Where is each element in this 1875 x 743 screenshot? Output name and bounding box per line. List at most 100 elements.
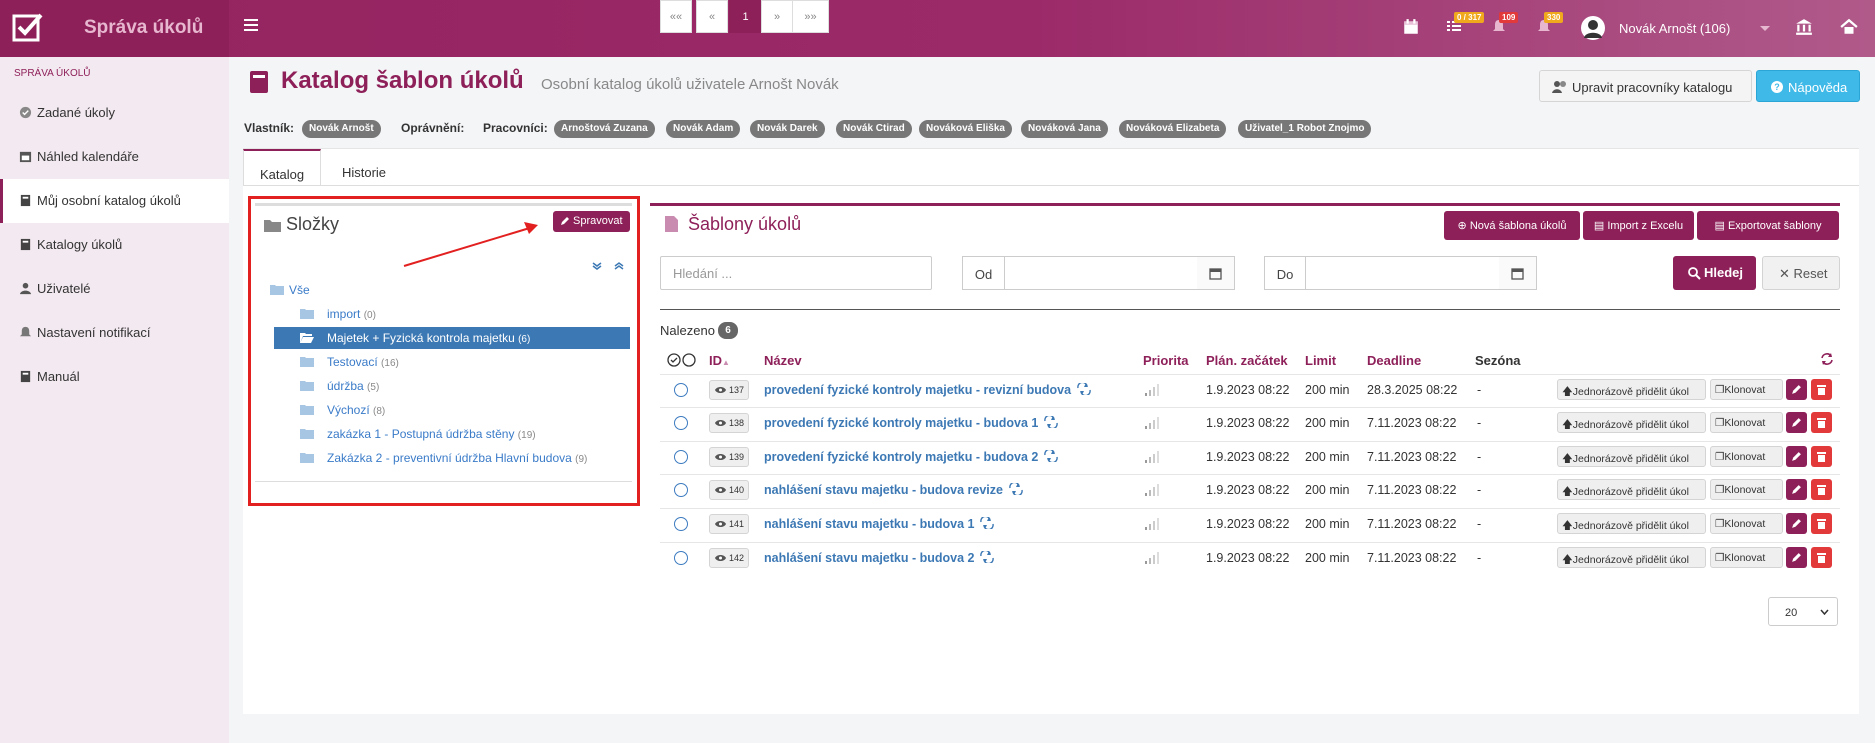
assign-once-button[interactable]: 🡅Jednorázově přidělit úkol xyxy=(1557,446,1706,467)
export-templates-button[interactable]: ▤ Exportovat šablony xyxy=(1697,211,1839,240)
pagination-first[interactable]: «« xyxy=(660,0,692,33)
sidebar-item-personal-catalog[interactable]: Můj osobní katalog úkolů xyxy=(0,179,229,223)
delete-template-button[interactable] xyxy=(1811,513,1832,534)
row-select-radio[interactable] xyxy=(674,416,688,430)
deadline-cell: 7.11.2023 08:22 xyxy=(1367,551,1457,565)
tab-history[interactable]: Historie xyxy=(325,149,403,186)
menu-toggle-icon[interactable] xyxy=(244,19,258,33)
calendar-icon[interactable] xyxy=(1402,18,1420,36)
alerts-notification[interactable]: 109 xyxy=(1491,12,1519,36)
assign-once-button[interactable]: 🡅Jednorázově přidělit úkol xyxy=(1557,379,1706,400)
template-name-link[interactable]: provedení fyzické kontroly majetku - bud… xyxy=(764,416,1038,430)
delete-template-button[interactable] xyxy=(1811,479,1832,500)
delete-template-button[interactable] xyxy=(1811,412,1832,433)
edit-catalog-workers-button[interactable]: Upravit pracovníky katalogu xyxy=(1539,70,1752,102)
sidebar-item-assigned-tasks[interactable]: Zadané úkoly xyxy=(0,91,229,135)
pagination-next[interactable]: » xyxy=(761,0,793,33)
edit-template-button[interactable] xyxy=(1786,446,1807,467)
column-header-plan-start[interactable]: Plán. začátek xyxy=(1206,353,1288,368)
row-select-radio[interactable] xyxy=(674,383,688,397)
user-avatar-icon xyxy=(1584,20,1602,38)
view-template-button[interactable]: 140 xyxy=(709,480,749,500)
column-header-name[interactable]: Název xyxy=(764,353,802,368)
column-header-priority[interactable]: Priorita xyxy=(1143,353,1189,368)
edit-template-button[interactable] xyxy=(1786,479,1807,500)
edit-template-button[interactable] xyxy=(1786,412,1807,433)
delete-template-button[interactable] xyxy=(1811,379,1832,400)
plan-start-cell: 1.9.2023 08:22 xyxy=(1206,551,1290,565)
help-button[interactable]: ? Nápověda xyxy=(1756,70,1860,102)
upload-icon: 🡅 xyxy=(1562,419,1573,431)
tab-catalog[interactable]: Katalog xyxy=(243,149,321,186)
chevron-down-icon[interactable] xyxy=(1760,26,1770,31)
notifications-notification[interactable]: 330 xyxy=(1536,12,1564,36)
assign-once-button[interactable]: 🡅Jednorázově přidělit úkol xyxy=(1557,513,1706,534)
per-page-select[interactable]: 20 xyxy=(1768,597,1838,626)
sidebar-item-manual[interactable]: Manuál xyxy=(0,355,229,399)
tasks-notification[interactable]: 0 / 317 xyxy=(1446,12,1485,36)
delete-template-button[interactable] xyxy=(1811,547,1832,568)
reset-button[interactable]: ✕ Reset xyxy=(1762,256,1840,290)
limit-cell: 200 min xyxy=(1305,383,1350,397)
assign-once-button[interactable]: 🡅Jednorázově přidělit úkol xyxy=(1557,479,1706,500)
template-name-link[interactable]: nahlášení stavu majetku - budova 1 xyxy=(764,517,974,531)
edit-template-button[interactable] xyxy=(1786,513,1807,534)
limit-cell: 200 min xyxy=(1305,416,1350,430)
assign-once-button[interactable]: 🡅Jednorázově přidělit úkol xyxy=(1557,547,1706,568)
column-header-season[interactable]: Sezóna xyxy=(1475,353,1521,368)
view-template-button[interactable]: 142 xyxy=(709,548,749,568)
tab-divider xyxy=(243,185,1859,186)
template-name-link[interactable]: provedení fyzické kontroly majetku - rev… xyxy=(764,383,1071,397)
date-to-input[interactable] xyxy=(1306,256,1500,290)
row-select-radio[interactable] xyxy=(674,517,688,531)
template-name-link[interactable]: nahlášení stavu majetku - budova revize xyxy=(764,483,1003,497)
row-select-radio[interactable] xyxy=(674,483,688,497)
home-icon[interactable] xyxy=(1840,18,1858,36)
date-to-picker[interactable] xyxy=(1499,256,1537,290)
view-template-button[interactable]: 137 xyxy=(709,380,749,400)
clone-button[interactable]: ❐Klonovat xyxy=(1710,547,1783,568)
template-name-link[interactable]: nahlášení stavu majetku - budova 2 xyxy=(764,551,974,565)
pagination-current[interactable]: 1 xyxy=(729,0,762,33)
pagination-last[interactable]: »» xyxy=(792,0,829,33)
clone-button[interactable]: ❐Klonovat xyxy=(1710,379,1783,400)
delete-template-button[interactable] xyxy=(1811,446,1832,467)
user-name[interactable]: Novák Arnošt (106) xyxy=(1619,21,1730,36)
date-from-input[interactable] xyxy=(1005,256,1198,290)
template-id: 141 xyxy=(729,519,745,529)
view-template-button[interactable]: 138 xyxy=(709,413,749,433)
date-from-picker[interactable] xyxy=(1197,256,1235,290)
clone-button[interactable]: ❐Klonovat xyxy=(1710,412,1783,433)
sidebar-item-catalogs[interactable]: Katalogy úkolů xyxy=(0,223,229,267)
clone-button[interactable]: ❐Klonovat xyxy=(1710,446,1783,467)
eye-icon xyxy=(715,487,726,493)
row-select-radio[interactable] xyxy=(674,450,688,464)
pagination-prev[interactable]: « xyxy=(696,0,728,33)
view-template-button[interactable]: 141 xyxy=(709,514,749,534)
view-template-button[interactable]: 139 xyxy=(709,447,749,467)
edit-template-button[interactable] xyxy=(1786,379,1807,400)
row-select-radio[interactable] xyxy=(674,551,688,565)
clone-button[interactable]: ❐Klonovat xyxy=(1710,513,1783,534)
template-name-link[interactable]: provedení fyzické kontroly majetku - bud… xyxy=(764,450,1038,464)
column-header-id[interactable]: ID▲ xyxy=(709,353,730,368)
sidebar-item-notification-settings[interactable]: Nastavení notifikací xyxy=(0,311,229,355)
search-input[interactable] xyxy=(660,256,932,290)
sidebar-item-users[interactable]: Uživatelé xyxy=(0,267,229,311)
search-button[interactable]: Hledej xyxy=(1673,256,1756,290)
recurring-icon xyxy=(1077,383,1091,395)
import-excel-button[interactable]: ▤ Import z Excelu xyxy=(1583,211,1694,240)
sidebar-item-calendar[interactable]: Náhled kalendáře xyxy=(0,135,229,179)
trash-icon xyxy=(1817,385,1826,395)
refresh-icon[interactable] xyxy=(1820,352,1834,366)
assign-once-button[interactable]: 🡅Jednorázově přidělit úkol xyxy=(1557,412,1706,433)
new-template-button[interactable]: ⊕ Nová šablona úkolů xyxy=(1444,211,1580,240)
institution-icon[interactable] xyxy=(1795,18,1813,36)
clone-button[interactable]: ❐Klonovat xyxy=(1710,479,1783,500)
column-header-limit[interactable]: Limit xyxy=(1305,353,1336,368)
column-header-deadline[interactable]: Deadline xyxy=(1367,353,1421,368)
edit-template-button[interactable] xyxy=(1786,547,1807,568)
select-all-icon[interactable] xyxy=(667,353,697,367)
avatar[interactable] xyxy=(1581,16,1605,40)
brand[interactable]: Správa úkolů xyxy=(0,0,229,57)
